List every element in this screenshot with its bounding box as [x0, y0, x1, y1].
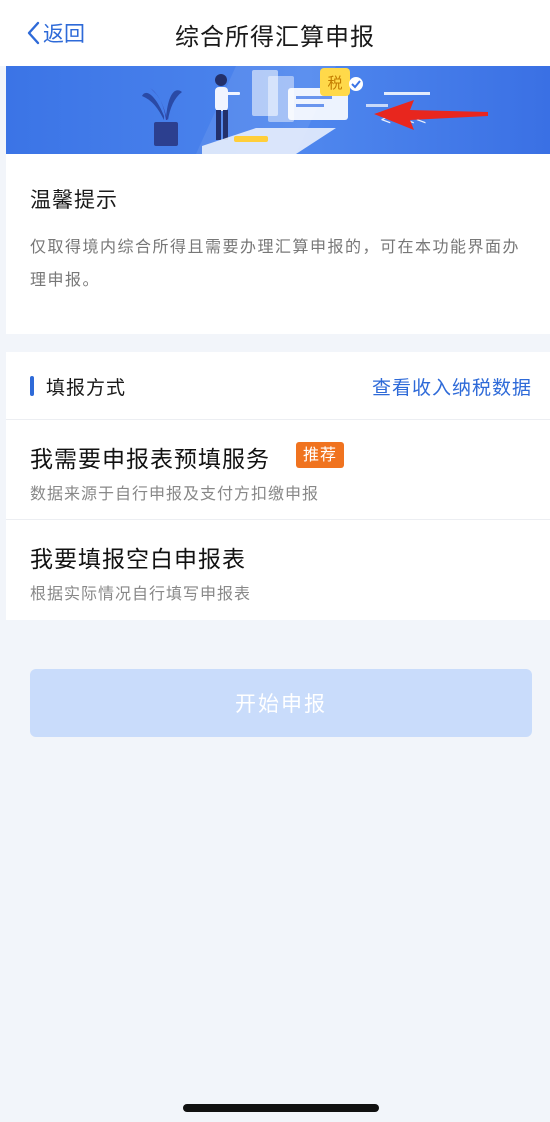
tips-title: 温馨提示 [30, 188, 118, 212]
method-title: 填报方式 [46, 377, 127, 399]
tips-body: 仅取得境内综合所得且需要办理汇算申报的，可在本功能界面办理申报。 [30, 237, 521, 289]
navbar: 返回 综合所得汇算申报 [0, 0, 550, 66]
tips-card: 温馨提示 仅取得境内综合所得且需要办理汇算申报的，可在本功能界面办理申报。 [6, 154, 550, 334]
page-title: 综合所得汇算申报 [175, 23, 375, 51]
home-indicator [183, 1104, 379, 1112]
option-title: 我要填报空白申报表 [30, 547, 246, 573]
option-subtitle: 数据来源于自行申报及支付方扣缴申报 [30, 484, 320, 503]
section-accent-bar [30, 376, 34, 396]
recommend-badge: 推荐 [296, 442, 345, 468]
svg-text:税: 税 [327, 74, 342, 92]
plant-icon [142, 88, 182, 146]
option-subtitle: 根据实际情况自行填写申报表 [30, 584, 252, 603]
option-blank-form[interactable]: 我要填报空白申报表 根据实际情况自行填写申报表 [6, 520, 550, 620]
method-header: 填报方式 查看收入纳税数据 [6, 352, 550, 420]
option-prefill-service[interactable]: 我需要申报表预填服务 推荐 数据来源于自行申报及支付方扣缴申报 [6, 420, 550, 520]
start-filing-button[interactable]: 开始申报 [30, 669, 532, 737]
view-income-tax-data-link[interactable]: 查看收入纳税数据 [372, 373, 532, 400]
filing-method-section: 填报方式 查看收入纳税数据 我需要申报表预填服务 推荐 数据来源于自行申报及支付… [6, 352, 550, 620]
option-title: 我需要申报表预填服务 [30, 447, 270, 473]
red-arrow-annotation [374, 100, 488, 130]
tax-badge-icon: 税 [320, 68, 363, 96]
page: 返回 综合所得汇算申报 税 温馨提示 仅取得境内综合所得且需要办理汇算申报的，可… [0, 0, 550, 1122]
